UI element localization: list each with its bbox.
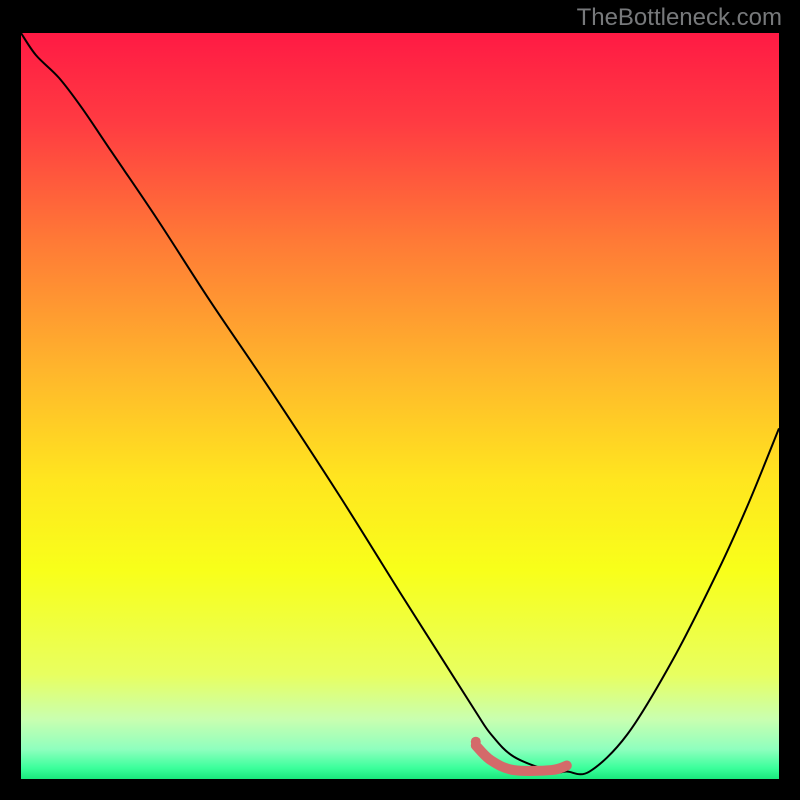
watermark-text: TheBottleneck.com [577, 4, 782, 32]
optimal-dot-icon [471, 737, 481, 747]
optimal-marker [476, 745, 567, 771]
curve-layer [21, 33, 779, 779]
plot-area [21, 33, 779, 779]
bottleneck-curve [21, 33, 779, 774]
chart-container: TheBottleneck.com [0, 0, 800, 800]
